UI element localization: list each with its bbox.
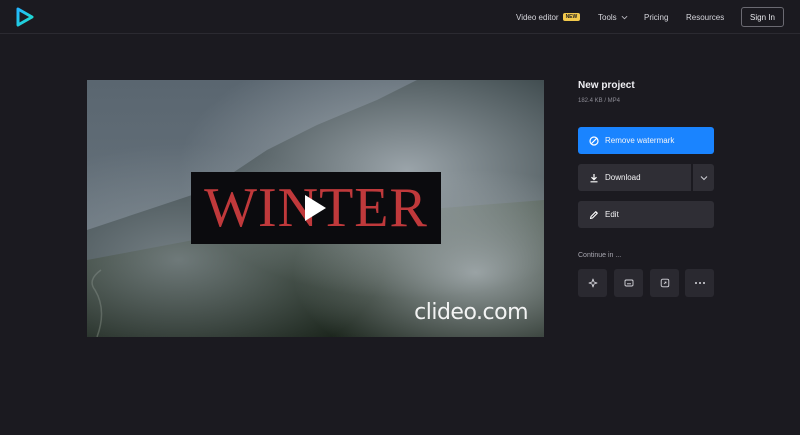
pencil-icon (589, 210, 598, 219)
download-button[interactable]: Download (578, 164, 691, 191)
download-icon (590, 173, 598, 182)
no-symbol-icon (589, 135, 599, 146)
resize-icon (660, 278, 669, 288)
edit-button[interactable]: Edit (578, 201, 714, 228)
chevron-down-icon (700, 175, 707, 180)
nav-tools[interactable]: Tools (598, 0, 628, 34)
download-options-button[interactable] (692, 164, 714, 191)
nav-resources-label: Resources (686, 12, 725, 22)
sparkle-icon (588, 278, 597, 288)
download-label: Download (605, 173, 641, 182)
more-dots-icon (694, 282, 705, 284)
nav-video-editor[interactable]: Video editor NEW (516, 0, 581, 34)
nav-video-editor-label: Video editor (516, 12, 559, 22)
nav-tools-label: Tools (598, 12, 617, 22)
new-badge: NEW (562, 13, 581, 21)
video-preview[interactable]: WINTER clideo.com (87, 80, 544, 337)
more-tools-button[interactable] (685, 269, 714, 297)
sign-in-button[interactable]: Sign In (741, 7, 784, 27)
continue-tool-sparkle[interactable] (578, 269, 607, 297)
play-icon[interactable] (303, 194, 327, 222)
continue-tool-subtitles[interactable] (614, 269, 643, 297)
remove-watermark-button[interactable]: Remove watermark (578, 127, 714, 154)
project-meta: 182.4 KB / MP4 (578, 98, 621, 104)
chevron-down-icon (621, 15, 628, 19)
continue-in-label: Continue in ... (578, 252, 622, 259)
top-bar: Video editor NEW Tools Pricing Resources… (0, 0, 800, 34)
nav-pricing-label: Pricing (644, 12, 669, 22)
continue-tool-resize[interactable] (650, 269, 679, 297)
logo-play-icon[interactable] (16, 7, 34, 27)
remove-watermark-label: Remove watermark (605, 136, 675, 145)
watermark-text: clideo.com (414, 300, 528, 325)
project-title: New project (578, 80, 635, 91)
nav-pricing[interactable]: Pricing (644, 0, 668, 34)
edit-label: Edit (605, 210, 619, 219)
subtitles-icon (624, 279, 633, 287)
nav-resources[interactable]: Resources (686, 0, 724, 34)
